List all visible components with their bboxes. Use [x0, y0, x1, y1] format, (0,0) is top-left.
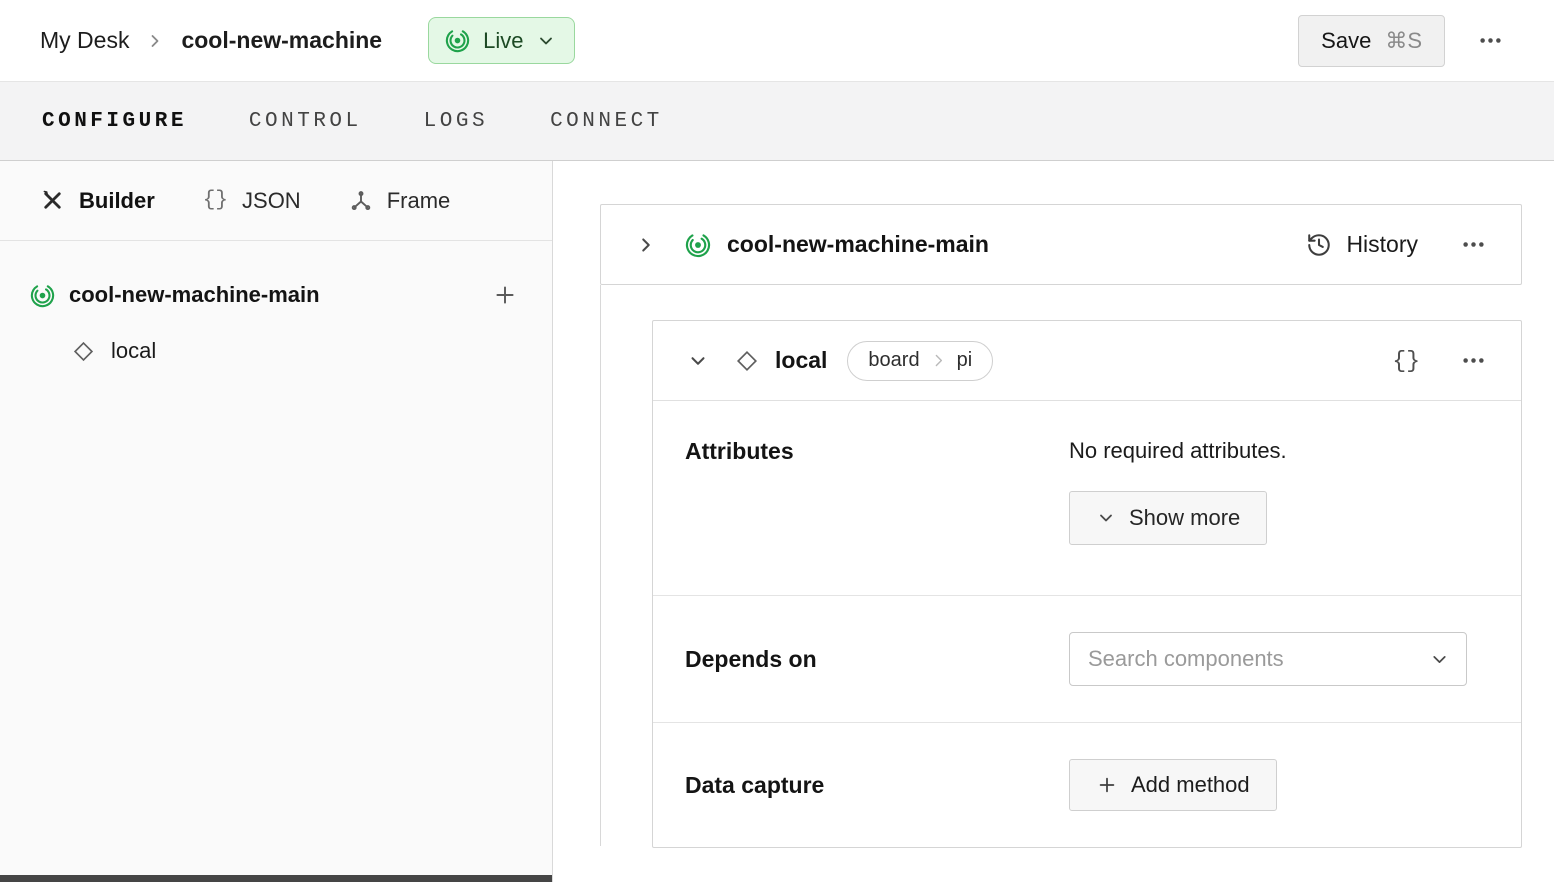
component-card-local: local board pi {} [652, 320, 1522, 848]
frame-axes-icon [349, 189, 373, 213]
component-card-title: local [775, 347, 827, 374]
chevron-down-icon [536, 31, 556, 51]
view-mode-json-label: JSON [242, 188, 301, 214]
history-icon [1306, 232, 1332, 258]
tab-logs[interactable]: LOGS [422, 106, 490, 137]
app-window: My Desk cool-new-machine Live [0, 0, 1554, 882]
component-type-pill: board pi [847, 341, 993, 381]
tree-machine-name: cool-new-machine-main [69, 282, 320, 308]
component-model: pi [947, 349, 987, 372]
tab-connect[interactable]: CONNECT [548, 106, 665, 137]
edit-json-button[interactable]: {} [1388, 346, 1424, 376]
primary-tabbar: CONFIGURE CONTROL LOGS CONNECT [0, 82, 1554, 161]
save-button-label: Save [1321, 28, 1371, 54]
plus-icon [1096, 774, 1118, 796]
view-mode-frame[interactable]: Frame [349, 188, 451, 214]
config-main-panel: cool-new-machine-main History [553, 161, 1554, 882]
component-diamond-icon [72, 340, 95, 363]
ellipsis-icon [1460, 231, 1487, 258]
machine-signal-icon [30, 283, 55, 308]
depends-on-placeholder: Search components [1088, 646, 1429, 672]
top-header: My Desk cool-new-machine Live [0, 0, 1554, 82]
chevron-right-icon [930, 352, 947, 369]
show-more-button[interactable]: Show more [1069, 491, 1267, 545]
breadcrumb: My Desk cool-new-machine [40, 27, 382, 54]
braces-icon: {} [203, 189, 228, 212]
component-card-header: local board pi {} [653, 321, 1521, 401]
tree-component-name: local [111, 338, 156, 364]
chevron-down-icon [687, 350, 709, 372]
ellipsis-icon [1477, 27, 1504, 54]
save-shortcut-hint: ⌘S [1385, 28, 1422, 54]
component-card-actions: {} [1388, 341, 1493, 380]
live-status-label: Live [483, 28, 523, 54]
part-card-actions: History [1306, 225, 1493, 264]
data-capture-section: Data capture Add method [653, 722, 1521, 847]
component-diamond-icon [735, 349, 759, 373]
view-mode-builder-label: Builder [79, 188, 155, 214]
chevron-right-icon [635, 234, 657, 256]
attributes-empty-message: No required attributes. [1069, 437, 1489, 465]
machine-part-card: cool-new-machine-main History [600, 204, 1522, 285]
data-capture-section-label: Data capture [685, 771, 1069, 799]
chevron-right-icon [145, 31, 165, 51]
machine-tree: cool-new-machine-main local [0, 241, 552, 379]
chevron-down-icon [1429, 649, 1450, 670]
expand-part-card-button[interactable] [629, 228, 663, 262]
save-button[interactable]: Save ⌘S [1298, 15, 1445, 67]
collapse-component-card-button[interactable] [681, 344, 715, 378]
tree-connector-line [600, 285, 601, 846]
breadcrumb-current-page: cool-new-machine [181, 27, 382, 54]
horizontal-scrollbar[interactable] [0, 875, 552, 882]
attributes-section: Attributes No required attributes. Show … [653, 401, 1521, 595]
add-method-label: Add method [1131, 772, 1250, 798]
ellipsis-icon [1460, 347, 1487, 374]
show-more-label: Show more [1129, 505, 1240, 531]
tree-item-machine-part[interactable]: cool-new-machine-main [0, 267, 552, 323]
live-status-badge[interactable]: Live [428, 17, 575, 64]
view-mode-switcher: Builder {} JSON Frame [0, 161, 552, 241]
depends-on-section: Depends on Search components [653, 595, 1521, 722]
header-overflow-menu-button[interactable] [1471, 21, 1510, 60]
config-sidebar: Builder {} JSON Frame [0, 161, 553, 882]
chevron-down-icon [1096, 508, 1116, 528]
header-actions: Save ⌘S [1298, 15, 1510, 67]
component-card-overflow-menu-button[interactable] [1454, 341, 1493, 380]
history-label: History [1346, 231, 1418, 258]
depends-on-select[interactable]: Search components [1069, 632, 1467, 686]
tree-item-component-local[interactable]: local [0, 323, 552, 379]
part-card-title: cool-new-machine-main [727, 231, 989, 258]
depends-on-section-label: Depends on [685, 645, 1069, 673]
plus-icon [492, 282, 518, 308]
tab-control[interactable]: CONTROL [247, 106, 364, 137]
builder-tools-icon [40, 188, 65, 213]
add-method-button[interactable]: Add method [1069, 759, 1277, 811]
view-mode-builder[interactable]: Builder [40, 188, 155, 214]
attributes-section-label: Attributes [685, 437, 1069, 465]
machine-signal-icon [445, 28, 470, 53]
history-button[interactable]: History [1306, 231, 1418, 258]
view-mode-json[interactable]: {} JSON [203, 188, 301, 214]
breadcrumb-parent-link[interactable]: My Desk [40, 27, 129, 54]
part-card-overflow-menu-button[interactable] [1454, 225, 1493, 264]
tab-configure[interactable]: CONFIGURE [40, 106, 189, 137]
machine-signal-icon [685, 232, 711, 258]
component-type: board [854, 349, 929, 372]
add-component-button[interactable] [488, 278, 522, 312]
view-mode-frame-label: Frame [387, 188, 451, 214]
